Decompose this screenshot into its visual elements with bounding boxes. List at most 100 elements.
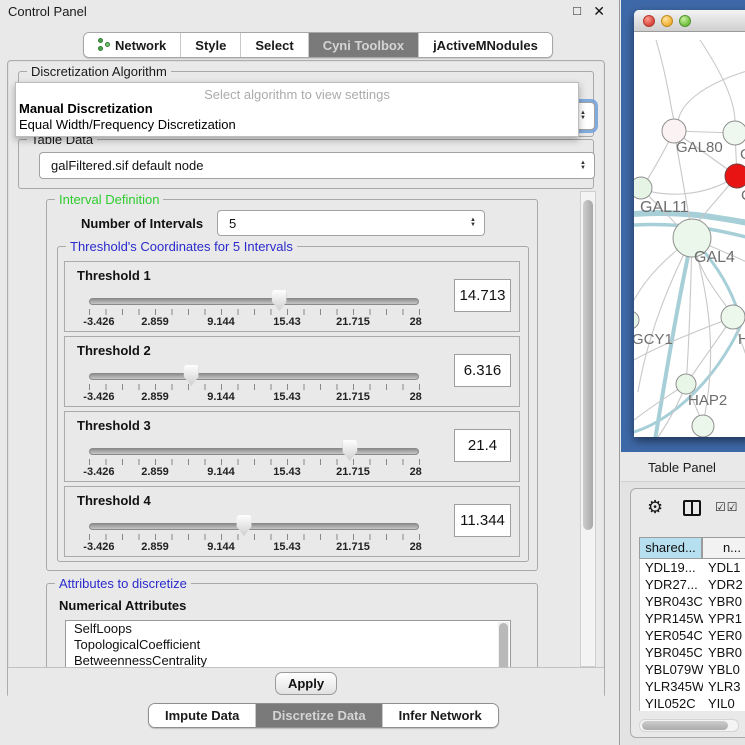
list-item[interactable]: TopologicalCoefficient — [66, 637, 510, 653]
tab-cyni-toolbox-label: Cyni Toolbox — [323, 38, 404, 53]
table-panel-title: Table Panel — [648, 460, 716, 475]
node-label-hap2: HAP2 — [688, 392, 727, 409]
node-top-right[interactable] — [723, 121, 745, 145]
bottom-tabbar: Impute Data Discretize Data Infer Networ… — [148, 703, 499, 728]
threshold-2-value-field[interactable]: 6.316 — [454, 354, 511, 387]
table-row[interactable]: YDR27...YDR2 — [640, 576, 745, 593]
float-window-icon[interactable]: □ — [573, 3, 581, 18]
settings-vertical-scrollbar[interactable] — [580, 191, 596, 667]
tab-select[interactable]: Select — [241, 33, 308, 57]
tab-infer-network[interactable]: Infer Network — [383, 704, 498, 727]
list-scrollbar[interactable] — [498, 622, 509, 667]
threshold-1-panel: Threshold 1 -3.4262.859 9.14415.43 21.71… — [64, 261, 520, 332]
threshold-1-label: Threshold 1 — [77, 268, 151, 283]
table-data-combobox[interactable]: galFiltered.sif default node ▲▼ — [39, 152, 595, 179]
select-columns-icon[interactable]: ☑☑ — [715, 500, 739, 514]
threshold-4-slider-handle[interactable] — [237, 515, 252, 536]
threshold-3-slider-track[interactable] — [89, 448, 419, 455]
thresholds-group-title: Threshold's Coordinates for 5 Intervals — [66, 239, 297, 254]
thresholds-group: Threshold's Coordinates for 5 Intervals … — [57, 246, 529, 562]
table-row[interactable]: YIL052CYIL0 — [640, 695, 745, 711]
split-view-icon[interactable] — [683, 500, 701, 516]
control-panel-window: Control Panel □ ✕ Network Style Select C… — [0, 0, 620, 745]
node-label-h: H — [738, 331, 745, 348]
discretization-algorithm-group-title: Discretization Algorithm — [27, 64, 171, 79]
table-panel-titlebar: Table Panel — [621, 452, 745, 482]
screenshot-root: Control Panel □ ✕ Network Style Select C… — [0, 0, 745, 745]
table-row[interactable]: YDL19...YDL1 — [640, 559, 745, 576]
table-row[interactable]: YLR345WYLR3 — [640, 678, 745, 695]
apply-button[interactable]: Apply — [275, 672, 337, 695]
tab-network[interactable]: Network — [84, 33, 181, 57]
gear-icon[interactable]: ⚙ — [647, 497, 663, 518]
table-row[interactable]: YPR145WYPR1 — [640, 610, 745, 627]
network-view-window: GAL80 GA C GAL11 GAL4 GCY1 H HAP2 — [634, 10, 745, 437]
table-panel-region: Table Panel ⚙ ☑☑ shared... n... YDL19...… — [621, 452, 745, 745]
list-item[interactable]: SelfLoops — [66, 621, 510, 637]
column-header-name[interactable]: n... — [702, 537, 745, 559]
column-header-shared-name[interactable]: shared... — [639, 537, 702, 559]
tab-jactivemnodules[interactable]: jActiveMNodules — [419, 33, 552, 57]
threshold-4-slider-track[interactable] — [89, 523, 419, 530]
tab-discretize-data[interactable]: Discretize Data — [256, 704, 382, 727]
algorithm-option-equal-width[interactable]: Equal Width/Frequency Discretization — [16, 117, 578, 133]
scrollbar-thumb[interactable] — [583, 200, 593, 530]
table-horizontal-scrollbar[interactable] — [639, 719, 739, 732]
interval-definition-group: Interval Definition Number of Intervals … — [46, 199, 538, 571]
number-of-intervals-combobox[interactable]: 5 ▲▼ — [217, 210, 485, 236]
minimize-traffic-light-icon[interactable] — [661, 15, 673, 27]
threshold-4-panel: Threshold 4 -3.4262.859 9.14415.43 21.71… — [64, 486, 520, 557]
threshold-2-slider-handle[interactable] — [184, 365, 199, 386]
node-h[interactable] — [721, 305, 745, 329]
tab-style[interactable]: Style — [181, 33, 241, 57]
zoom-traffic-light-icon[interactable] — [679, 15, 691, 27]
algorithm-popup-hint: Select algorithm to view settings — [16, 83, 578, 101]
slider-scale: -3.4262.859 9.14415.43 21.71528 — [89, 466, 419, 478]
list-item[interactable]: BetweennessCentrality — [66, 653, 510, 667]
node-gal11[interactable] — [634, 177, 652, 199]
threshold-3-slider-handle[interactable] — [342, 440, 357, 461]
tab-discretize-data-label: Discretize Data — [272, 708, 365, 723]
slider-ticks — [89, 534, 420, 540]
tab-impute-data[interactable]: Impute Data — [149, 704, 256, 727]
table-row[interactable]: YBR045CYBR0 — [640, 644, 745, 661]
scrollbar-thumb[interactable] — [642, 721, 728, 730]
node-hap2[interactable] — [676, 374, 696, 394]
node-red-selected[interactable] — [725, 164, 745, 188]
network-icon — [98, 38, 110, 52]
threshold-1-slider-track[interactable] — [89, 298, 419, 305]
table-data-combobox-value: galFiltered.sif default node — [40, 158, 572, 173]
table-row[interactable]: YBL079WYBL0 — [640, 661, 745, 678]
threshold-1-value-field[interactable]: 14.713 — [454, 279, 511, 312]
tab-infer-network-label: Infer Network — [399, 708, 482, 723]
node-gcy1[interactable] — [634, 311, 639, 329]
threshold-4-value-field[interactable]: 11.344 — [454, 504, 511, 537]
combo-stepper-icon: ▲▼ — [462, 218, 484, 228]
table-row[interactable]: YBR043CYBR0 — [640, 593, 745, 610]
slider-scale: -3.4262.859 9.14415.43 21.71528 — [89, 316, 419, 328]
slider-ticks — [89, 309, 420, 315]
tab-jactivemnodules-label: jActiveMNodules — [433, 38, 538, 53]
network-canvas[interactable]: GAL80 GA C GAL11 GAL4 GCY1 H HAP2 — [634, 32, 745, 437]
table-panel-toolbar: ⚙ ☑☑ — [631, 489, 745, 529]
threshold-4-label: Threshold 4 — [77, 493, 151, 508]
network-window-titlebar[interactable] — [634, 10, 745, 32]
threshold-2-slider-track[interactable] — [89, 373, 419, 380]
table-row[interactable]: YER054CYER0 — [640, 627, 745, 644]
threshold-2-panel: Threshold 2 -3.4262.859 9.14415.43 21.71… — [64, 336, 520, 407]
slider-ticks — [89, 459, 420, 465]
numerical-attributes-list[interactable]: SelfLoops TopologicalCoefficient Between… — [65, 620, 511, 667]
node-bottom[interactable] — [692, 415, 714, 437]
algorithm-option-manual[interactable]: Manual Discretization — [16, 101, 578, 117]
tab-cyni-toolbox[interactable]: Cyni Toolbox — [309, 33, 419, 57]
node-label-gal11: GAL11 — [640, 199, 689, 216]
close-traffic-light-icon[interactable] — [643, 15, 655, 27]
node-label-gal4: GAL4 — [694, 249, 735, 266]
number-of-intervals-value: 5 — [218, 216, 462, 231]
threshold-3-value-field[interactable]: 21.4 — [454, 429, 511, 462]
close-icon[interactable]: ✕ — [593, 3, 605, 20]
settings-scroll-area: Interval Definition Number of Intervals … — [18, 191, 596, 667]
threshold-1-slider-handle[interactable] — [272, 290, 287, 311]
slider-scale: -3.4262.859 9.14415.43 21.71528 — [89, 391, 419, 403]
numerical-attributes-label: Numerical Attributes — [59, 598, 186, 613]
